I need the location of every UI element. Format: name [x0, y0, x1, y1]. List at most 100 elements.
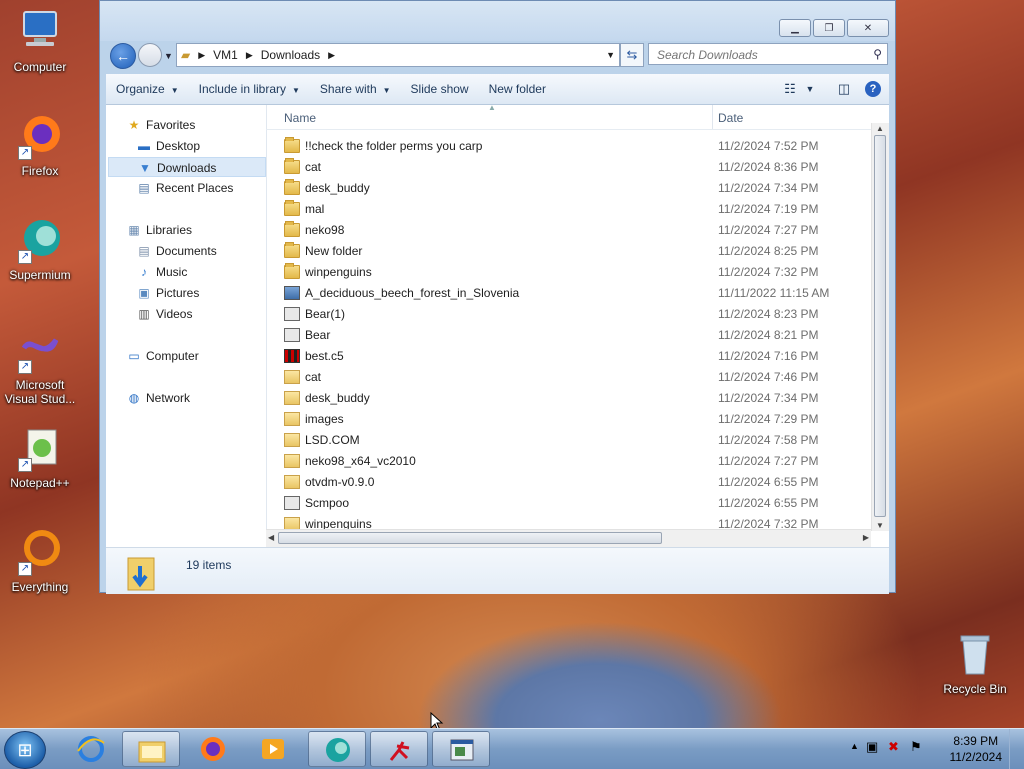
file-row[interactable]: desk_buddy 11/2/2024 7:34 PM — [266, 178, 858, 199]
pictures-icon: ▣ — [138, 286, 150, 300]
taskbar-window-app[interactable] — [432, 731, 490, 767]
computer-icon — [16, 8, 64, 56]
taskbar-media-player[interactable] — [244, 731, 302, 767]
file-row[interactable]: neko98 11/2/2024 7:27 PM — [266, 220, 858, 241]
address-dropdown-icon[interactable]: ▼ — [606, 50, 615, 60]
folder-icon — [284, 221, 300, 237]
nav-downloads[interactable]: ▼ Downloads — [108, 157, 266, 177]
file-row[interactable]: cat 11/2/2024 8:36 PM — [266, 157, 858, 178]
file-row[interactable]: otvdm-v0.9.0 11/2/2024 6:55 PM — [266, 472, 858, 493]
file-row[interactable]: New folder 11/2/2024 8:25 PM — [266, 241, 858, 262]
preview-pane-icon[interactable]: ◫ — [831, 81, 857, 97]
file-row[interactable]: Bear 11/2/2024 8:21 PM — [266, 325, 858, 346]
action-center-icon[interactable]: ▣ — [866, 739, 878, 755]
nav-favorites[interactable]: ★ Favorites — [126, 115, 284, 135]
supermium-icon — [323, 736, 353, 764]
column-header-date[interactable]: Date — [718, 111, 743, 125]
chevron-right-icon: ▶ — [198, 49, 206, 60]
start-button[interactable]: ⊞ — [4, 731, 46, 769]
taskbar-internet-explorer[interactable] — [62, 731, 120, 767]
desktop-icon-visual-studio[interactable]: ↗ Microsoft Visual Stud... — [0, 326, 80, 406]
view-dropdown-icon[interactable]: ▼ — [803, 84, 817, 94]
taskbar-supermium[interactable] — [308, 731, 366, 767]
folder-icon — [284, 137, 300, 153]
desktop-icon-computer[interactable]: Computer — [0, 8, 80, 74]
taskbar-pdf-app[interactable] — [370, 731, 428, 767]
slide-show-button[interactable]: Slide show — [401, 82, 479, 96]
organize-button[interactable]: Organize ▼ — [106, 82, 189, 96]
file-row[interactable]: A_deciduous_beech_forest_in_Slovenia 11/1… — [266, 283, 858, 304]
file-row[interactable]: images 11/2/2024 7:29 PM — [266, 409, 858, 430]
horizontal-scrollbar[interactable]: ◀ ▶ — [266, 529, 871, 547]
breadcrumb-downloads[interactable]: Downloads — [261, 48, 320, 62]
nav-computer[interactable]: ▭ Computer — [126, 346, 284, 366]
file-row[interactable]: neko98_x64_vc2010 11/2/2024 7:27 PM — [266, 451, 858, 472]
show-desktop-button[interactable] — [1009, 729, 1024, 769]
minimize-button[interactable]: ▁ — [779, 19, 811, 37]
zip-folder-icon — [284, 454, 300, 468]
search-input[interactable] — [655, 45, 869, 65]
scroll-right-icon[interactable]: ▶ — [863, 533, 869, 542]
desktop-icon-recycle-bin[interactable]: Recycle Bin — [935, 630, 1015, 696]
file-row[interactable]: winpenguins 11/2/2024 7:32 PM — [266, 262, 858, 283]
search-icon[interactable]: ⚲ — [873, 47, 882, 61]
nav-network[interactable]: ◍ Network — [126, 388, 284, 408]
file-row[interactable]: desk_buddy 11/2/2024 7:34 PM — [266, 388, 858, 409]
file-row[interactable]: mal 11/2/2024 7:19 PM — [266, 199, 858, 220]
view-options-icon[interactable]: ☷ — [777, 81, 803, 97]
file-row[interactable]: Bear(1) 11/2/2024 8:23 PM — [266, 304, 858, 325]
column-header-name[interactable]: Name — [284, 111, 316, 125]
help-icon[interactable]: ? — [865, 81, 881, 97]
file-row[interactable]: best.c5 11/2/2024 7:16 PM — [266, 346, 858, 367]
explorer-window[interactable]: ▁ ❐ ✕ ← ▼ ▰ ▶ VM1 ▶ Downloads ▶ ▼ ⇆ ⚲ Or… — [99, 0, 896, 594]
breadcrumb-vm1[interactable]: VM1 — [213, 48, 238, 62]
minimize-icon: ▁ — [791, 22, 799, 34]
search-box[interactable]: ⚲ — [648, 43, 888, 65]
zip-folder-icon — [284, 412, 300, 426]
new-folder-button[interactable]: New folder — [479, 82, 556, 96]
navigation-pane: ★ Favorites ▬ Desktop ▼ Downloads ▤ Recent P… — [106, 105, 267, 547]
nav-libraries[interactable]: ▦ Libraries — [126, 220, 284, 240]
close-button[interactable]: ✕ — [847, 19, 889, 37]
explorer-body: ★ Favorites ▬ Desktop ▼ Downloads ▤ Recent P… — [106, 103, 889, 547]
scroll-up-icon[interactable]: ▲ — [876, 124, 884, 133]
back-button[interactable]: ← — [110, 43, 136, 69]
vertical-scroll-thumb[interactable] — [874, 135, 886, 517]
star-icon: ★ — [128, 118, 140, 132]
taskbar-windows-explorer[interactable] — [122, 731, 180, 767]
clock[interactable]: 8:39 PM 11/2/2024 — [950, 733, 1003, 765]
desktop-icon-firefox[interactable]: ↗ Firefox — [0, 112, 80, 178]
forward-button[interactable] — [138, 43, 162, 67]
desktop-icon-supermium[interactable]: ↗ Supermium — [0, 216, 80, 282]
zip-folder-icon — [284, 433, 300, 447]
image-file-icon — [284, 286, 300, 300]
vertical-scrollbar[interactable]: ▲ ▼ — [871, 123, 889, 531]
desktop-icon: ▬ — [138, 139, 150, 153]
desktop-icon-everything[interactable]: ↗ Everything — [0, 528, 80, 594]
scroll-down-icon[interactable]: ▼ — [876, 521, 884, 530]
title-bar[interactable]: ▁ ❐ ✕ — [100, 1, 895, 41]
refresh-button[interactable]: ⇆ — [620, 43, 644, 67]
scroll-left-icon[interactable]: ◀ — [268, 533, 274, 542]
visual-studio-icon: ↗ — [16, 326, 64, 374]
chevron-right-icon[interactable]: ▶ — [328, 50, 335, 61]
flag-icon[interactable]: ⚑ — [910, 739, 922, 755]
file-row[interactable]: LSD.COM 11/2/2024 7:58 PM — [266, 430, 858, 451]
file-row[interactable]: cat 11/2/2024 7:46 PM — [266, 367, 858, 388]
details-pane: 19 items — [106, 547, 889, 594]
desktop-icon-notepad-plus-plus[interactable]: ↗ Notepad++ — [0, 424, 80, 490]
history-dropdown-icon[interactable]: ▼ — [164, 51, 173, 61]
maximize-button[interactable]: ❐ — [813, 19, 845, 37]
chevron-right-icon[interactable]: ▶ — [246, 50, 253, 61]
share-with-button[interactable]: Share with ▼ — [310, 82, 401, 96]
taskbar-firefox[interactable] — [184, 731, 242, 767]
include-in-library-button[interactable]: Include in library ▼ — [189, 82, 310, 96]
show-hidden-icons-icon[interactable]: ▲ — [850, 741, 859, 751]
close-icon: ✕ — [863, 22, 873, 34]
file-row[interactable]: !!check the folder perms you carp 11/2/20… — [266, 136, 858, 157]
horizontal-scroll-thumb[interactable] — [278, 532, 662, 544]
computer-icon: ▭ — [128, 349, 140, 363]
address-bar[interactable]: ▰ ▶ VM1 ▶ Downloads ▶ ▼ — [176, 43, 620, 67]
file-row[interactable]: Scmpoo 11/2/2024 6:55 PM — [266, 493, 858, 514]
network-disconnected-icon[interactable]: ✖ — [888, 739, 899, 755]
